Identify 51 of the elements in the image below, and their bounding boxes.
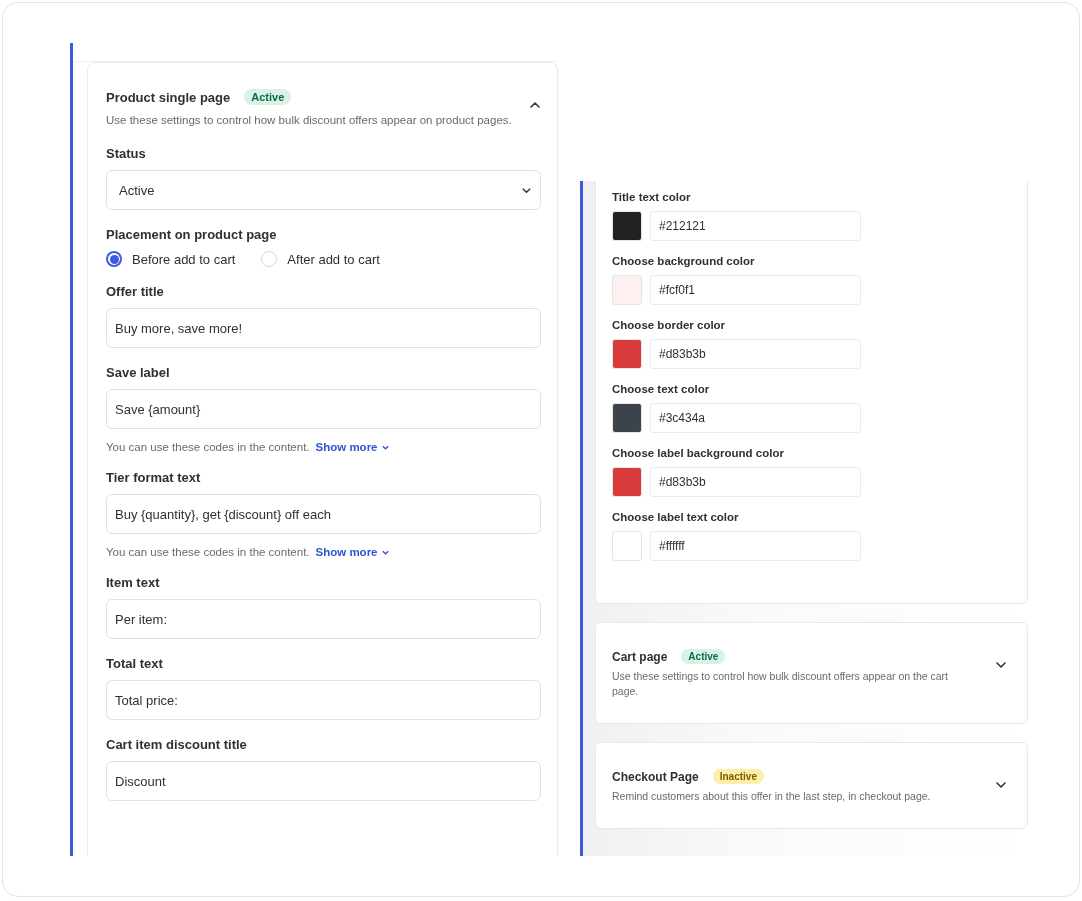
color-input[interactable]: #212121 (650, 211, 861, 241)
color-swatch[interactable] (612, 211, 642, 241)
section-description: Use these settings to control how bulk discount offers appear on the cart page. (612, 669, 949, 699)
color-swatch[interactable] (612, 339, 642, 369)
field-label: Choose label background color (612, 447, 785, 459)
text-input[interactable]: Total price: (106, 680, 541, 720)
text-input[interactable]: Buy {quantity}, get {discount} off each (106, 494, 541, 534)
section-title: Cart page (612, 649, 668, 664)
help-text: You can use these codes in the content. (106, 441, 310, 453)
field-label: Choose border color (612, 319, 727, 331)
field-label: Title text color (612, 191, 692, 203)
status-badge: Active (244, 89, 292, 105)
radio-option[interactable]: Before add to cart (106, 251, 236, 267)
chevron-down-icon[interactable] (995, 659, 1007, 671)
field-label: Offer title (106, 284, 165, 299)
color-input[interactable]: #ffffff (650, 531, 861, 561)
chevron-up-icon[interactable] (529, 99, 541, 111)
help-text: You can use these codes in the content. (106, 546, 310, 558)
section-description: Use these settings to control how bulk discount offers appear on product pages. (106, 113, 512, 128)
section-title: Checkout Page (612, 769, 699, 784)
field-label: Total text (106, 656, 164, 671)
status-badge: Inactive (712, 769, 764, 784)
text-input[interactable]: Discount (106, 761, 541, 801)
color-input[interactable]: #d83b3b (650, 339, 861, 369)
color-swatch[interactable] (612, 467, 642, 497)
chevron-down-icon[interactable] (995, 779, 1007, 791)
show-more-link[interactable]: Show more (315, 546, 390, 558)
field-label: Choose background color (612, 255, 756, 267)
text-input[interactable]: Save {amount} (106, 389, 541, 429)
field-label: Tier format text (106, 470, 202, 485)
field-label: Choose text color (612, 383, 711, 395)
field-label: Placement on product page (106, 227, 278, 242)
color-input[interactable]: #d83b3b (650, 467, 861, 497)
text-input[interactable]: Per item: (106, 599, 541, 639)
radio-option[interactable]: After add to cart (261, 251, 380, 267)
section-description: Remind customers about this offer in the last step, in checkout page. (612, 789, 931, 804)
text-input[interactable]: Buy more, save more! (106, 308, 541, 348)
field-label: Cart item discount title (106, 737, 248, 752)
color-input[interactable]: #3c434a (650, 403, 861, 433)
color-input[interactable]: #fcf0f1 (650, 275, 861, 305)
color-swatch[interactable] (612, 531, 642, 561)
field-label: Item text (106, 575, 161, 590)
color-swatch[interactable] (612, 403, 642, 433)
field-label: Status (106, 146, 147, 161)
status-select[interactable]: Active (106, 170, 541, 210)
field-label: Save label (106, 365, 171, 380)
show-more-link[interactable]: Show more (315, 441, 390, 453)
field-label: Choose label text color (612, 511, 740, 523)
status-badge: Active (681, 649, 726, 664)
color-swatch[interactable] (612, 275, 642, 305)
section-title: Product single page (106, 89, 231, 105)
